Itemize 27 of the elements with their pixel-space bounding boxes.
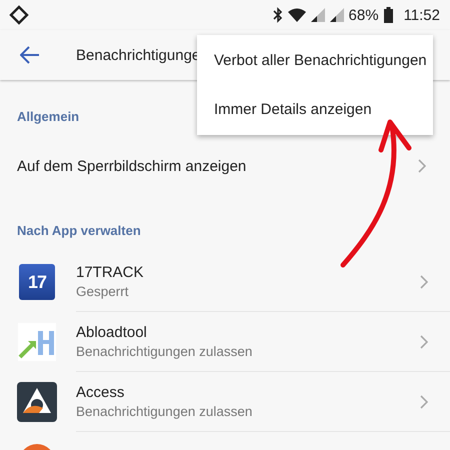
chevron-right-icon bbox=[418, 159, 426, 173]
chevron-right-icon bbox=[420, 275, 428, 289]
battery-icon bbox=[384, 7, 393, 23]
arrow-building-icon bbox=[18, 323, 56, 361]
signal-icon bbox=[330, 8, 344, 22]
row-title: Auf dem Sperrbildschirm anzeigen bbox=[17, 158, 246, 174]
app-status: Gesperrt bbox=[76, 284, 129, 299]
section-header: Nach App verwalten bbox=[17, 223, 141, 240]
menu-item[interactable]: Immer Details anzeigen bbox=[197, 85, 433, 134]
back-button[interactable] bbox=[20, 46, 40, 64]
app-name[interactable]: 17TRACK bbox=[76, 264, 144, 281]
app-name[interactable]: Abloadtool bbox=[76, 324, 147, 341]
battery-percentage: 68% bbox=[348, 6, 379, 24]
navigation-diamond-icon bbox=[9, 5, 29, 25]
bluetooth-icon bbox=[272, 7, 283, 23]
app-status: Benachrichtigungen zulassen bbox=[76, 344, 252, 359]
app-logo-icon bbox=[17, 382, 57, 422]
signal-icon bbox=[310, 8, 325, 22]
wifi-icon bbox=[288, 8, 306, 22]
section-header: Allgemein bbox=[17, 109, 80, 126]
app-icon: 17 bbox=[19, 264, 55, 300]
settings-row[interactable]: Auf dem Sperrbildschirm anzeigen bbox=[0, 138, 450, 194]
app-status: Benachrichtigungen zulassen bbox=[76, 404, 252, 419]
chevron-right-icon bbox=[420, 335, 428, 349]
clock: 11:52 bbox=[404, 6, 440, 24]
app-name[interactable]: Access bbox=[76, 384, 124, 401]
chevron-right-icon bbox=[420, 395, 428, 409]
